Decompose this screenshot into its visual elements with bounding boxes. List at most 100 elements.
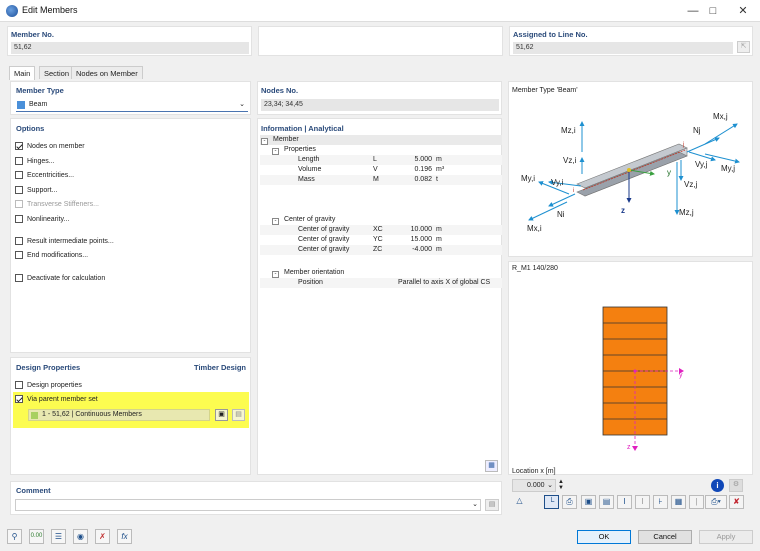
centroid-icon[interactable]: ⊦: [653, 495, 668, 509]
cancel-button[interactable]: Cancel: [638, 530, 692, 544]
checkbox: [15, 200, 23, 208]
tree-label: Center of gravity: [284, 216, 336, 223]
checkbox[interactable]: [15, 171, 23, 179]
assigned-line-panel: Assigned to Line No. 51,62 ⇱: [509, 26, 753, 56]
prop-name: Length: [298, 156, 320, 163]
section-y-label: y: [679, 372, 683, 379]
member-set-select[interactable]: 1 - 51,62 | Continuous Members: [28, 409, 210, 421]
new-set-icon[interactable]: ▤: [232, 409, 245, 421]
tab-section[interactable]: Section: [39, 66, 75, 79]
tree-row-properties[interactable]: - Properties: [260, 145, 502, 155]
checkbox[interactable]: [15, 381, 23, 389]
prop-value: 5.000: [414, 156, 432, 163]
option-eccentricities[interactable]: Eccentricities...: [15, 171, 74, 179]
option-result-intermediate-points[interactable]: Result intermediate points...: [15, 237, 114, 245]
ok-button[interactable]: OK: [577, 530, 631, 544]
collapse-icon[interactable]: -: [261, 138, 268, 145]
collapse-icon[interactable]: -: [272, 271, 279, 278]
chevron-down-icon: ⌄: [239, 101, 245, 108]
checkbox[interactable]: [15, 237, 23, 245]
search-icon[interactable]: ⚲: [7, 529, 22, 544]
checkbox[interactable]: [15, 186, 23, 194]
blank-panel: [258, 26, 503, 56]
member-no-field[interactable]: 51,62: [11, 42, 249, 54]
assigned-line-field[interactable]: 51,62: [513, 42, 733, 54]
comment-input[interactable]: ⌄: [15, 499, 481, 511]
collapse-icon[interactable]: -: [272, 148, 279, 155]
checkbox[interactable]: [15, 251, 23, 259]
title-bar: Edit Members — □ ✕: [0, 0, 760, 22]
toggle-outline-icon[interactable]: └: [544, 495, 559, 509]
collapse-icon[interactable]: -: [272, 218, 279, 225]
table-row: Center of gravity XC 10.000 m: [260, 225, 502, 235]
option-design-properties[interactable]: Design properties: [15, 381, 82, 389]
option-label: Result intermediate points...: [27, 237, 114, 245]
tree-row-member[interactable]: - Member: [260, 135, 502, 145]
maximize-button[interactable]: □: [700, 2, 726, 20]
options-panel: Options Nodes on member Hinges... Eccent…: [10, 118, 251, 353]
tree-row-center-of-gravity[interactable]: - Center of gravity: [260, 215, 502, 225]
label-mz-j: Mz,j: [679, 208, 694, 217]
label-my-i: My,i: [521, 174, 536, 183]
section-fit-icon[interactable]: ▤: [599, 495, 614, 509]
member-set-value: 1 - 51,62 | Continuous Members: [42, 411, 142, 418]
info-icon[interactable]: i: [711, 479, 724, 492]
tree-row-member-orientation[interactable]: - Member orientation: [260, 268, 502, 278]
checkbox[interactable]: [15, 142, 23, 150]
tree-label: Properties: [284, 146, 316, 153]
location-spinner[interactable]: 0.000 ⌄: [512, 479, 556, 492]
option-hinges[interactable]: Hinges...: [15, 157, 55, 165]
tab-nodes-on-member[interactable]: Nodes on Member: [71, 66, 143, 79]
view-icon[interactable]: ◉: [73, 529, 88, 544]
location-value: 0.000: [527, 482, 545, 489]
checkbox[interactable]: [15, 215, 23, 223]
prop-unit: m³: [436, 166, 445, 173]
dimension-icon[interactable]: ▣: [581, 495, 596, 509]
pick-line-icon[interactable]: ⇱: [737, 41, 750, 53]
checkbox[interactable]: [15, 157, 23, 165]
option-support[interactable]: Support...: [15, 186, 57, 194]
table-row: Center of gravity ZC -4.000 m: [260, 245, 502, 255]
section-view-icon[interactable]: △: [512, 495, 527, 509]
delete-icon[interactable]: ✗: [95, 529, 110, 544]
member-type-select[interactable]: Beam ⌄: [16, 99, 248, 112]
i-section-alt-icon[interactable]: I: [635, 495, 650, 509]
option-end-modifications[interactable]: End modifications...: [15, 251, 88, 259]
label-mx-i: Mx,i: [527, 224, 542, 233]
nodes-no-field[interactable]: 23,34; 34,45: [261, 99, 499, 111]
timber-design-label: Timber Design: [194, 363, 246, 372]
comment-library-icon[interactable]: ▤: [485, 499, 499, 511]
i-section-icon[interactable]: I: [617, 495, 632, 509]
close-button[interactable]: ✕: [730, 2, 756, 20]
reset-view-icon[interactable]: ✘: [729, 495, 744, 509]
grid-icon[interactable]: ▦: [671, 495, 686, 509]
option-deactivate[interactable]: Deactivate for calculation: [15, 274, 105, 282]
option-nonlinearity[interactable]: Nonlinearity...: [15, 215, 69, 223]
print-menu-icon[interactable]: ⎙▾: [705, 495, 727, 509]
nodes-no-panel: Nodes No. 23,34; 34,45: [257, 81, 502, 115]
edit-set-icon[interactable]: ▣: [215, 409, 228, 421]
table-export-icon[interactable]: ▦: [485, 460, 498, 472]
label-y-axis: y: [667, 168, 671, 177]
table-row: Mass M 0.082 t: [260, 175, 502, 185]
print-icon[interactable]: ⎙: [562, 495, 577, 509]
settings-icon[interactable]: ⚙: [729, 479, 743, 492]
member-type-panel: Member Type Beam ⌄: [10, 81, 251, 115]
location-stepper[interactable]: ▲ ▼: [558, 479, 566, 492]
option-label: Nonlinearity...: [27, 215, 70, 223]
checkbox[interactable]: [15, 395, 23, 403]
set-color-swatch: [31, 412, 38, 419]
option-via-parent-member-set[interactable]: Via parent member set: [15, 395, 98, 403]
member-list-icon[interactable]: ☰: [51, 529, 66, 544]
axis-toggle-icon[interactable]: |: [689, 495, 704, 509]
formula-icon[interactable]: fx: [117, 529, 132, 544]
checkbox[interactable]: [15, 274, 23, 282]
label-z-axis: z: [621, 206, 625, 215]
apply-button[interactable]: Apply: [699, 530, 753, 544]
tab-main[interactable]: Main: [9, 66, 36, 80]
member-no-label: Member No.: [11, 30, 54, 39]
prop-symbol: V: [373, 166, 378, 173]
option-nodes-on-member[interactable]: Nodes on member: [15, 142, 85, 150]
info-tree: - Member - Properties Length L 5.000 m Volume…: [260, 135, 502, 295]
units-icon[interactable]: 0.00: [29, 529, 44, 544]
